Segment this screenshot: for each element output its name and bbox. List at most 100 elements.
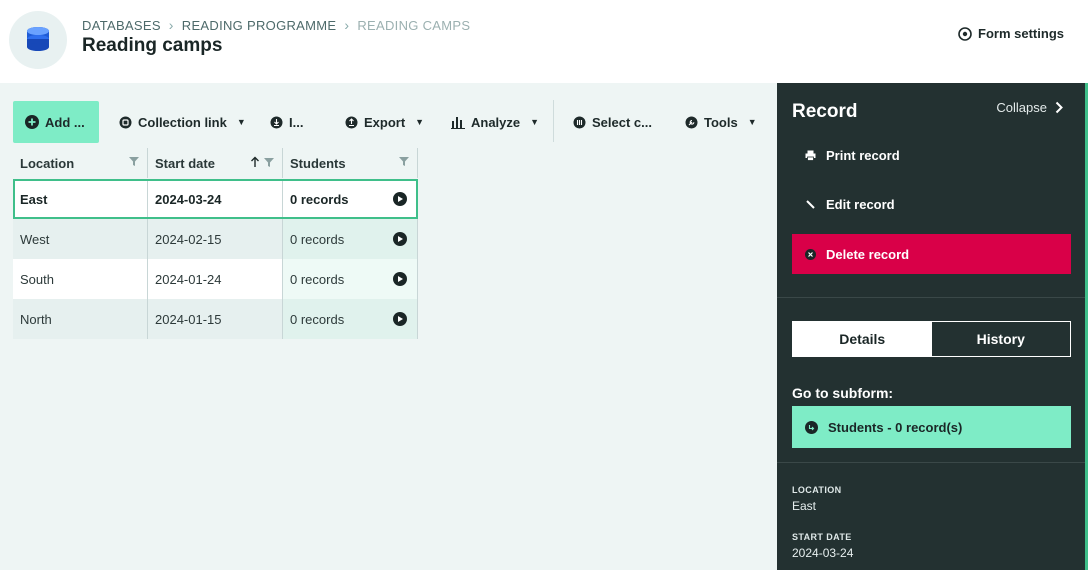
column-header-label: Students [290, 155, 346, 171]
export-icon [345, 116, 358, 128]
cell-students[interactable]: 0 records [283, 259, 418, 299]
tools-icon [685, 116, 698, 128]
tab-history[interactable]: History [932, 322, 1071, 356]
cell-start-date[interactable]: 2024-01-24 [148, 259, 283, 299]
analyze-label: Analyze [471, 114, 521, 130]
open-subform-icon[interactable] [393, 312, 407, 326]
filter-icon[interactable] [399, 156, 409, 166]
add-label: Add ... [45, 114, 85, 130]
cell-students[interactable]: 0 records [283, 299, 418, 339]
import-label: I... [289, 114, 304, 130]
edit-record-button[interactable]: Edit record [792, 184, 1071, 224]
cell-location[interactable]: East [13, 179, 148, 219]
pencil-icon [806, 199, 815, 209]
breadcrumb-databases[interactable]: DATABASES [82, 18, 161, 33]
form-settings-label: Form settings [978, 26, 1064, 41]
field-label-location: LOCATION [792, 485, 842, 495]
cell-start-date[interactable]: 2024-03-24 [148, 179, 283, 219]
form-settings-button[interactable]: Form settings [958, 26, 1064, 41]
column-header-label: Location [20, 155, 75, 171]
chevron-right-icon: › [344, 17, 350, 33]
analyze-button[interactable]: Analyze ▼ [451, 101, 539, 143]
printer-icon [805, 150, 816, 161]
tools-label: Tools [704, 114, 738, 130]
caret-down-icon: ▼ [236, 117, 246, 127]
cell-students[interactable]: 0 records [283, 179, 418, 219]
subform-heading: Go to subform: [792, 385, 894, 401]
panel-tabs: Details History [792, 321, 1071, 357]
table-row[interactable]: South 2024-01-24 0 records [13, 259, 418, 299]
tools-button[interactable]: Tools ▼ [685, 101, 757, 143]
breadcrumb-reading-camps: READING CAMPS [357, 17, 471, 33]
collapse-label: Collapse [996, 100, 1047, 115]
link-icon [119, 116, 132, 128]
students-count: 0 records [290, 271, 345, 287]
column-header-location[interactable]: Location [13, 148, 148, 178]
print-record-label: Print record [826, 147, 900, 163]
field-value-location: East [792, 499, 817, 513]
open-subform-icon[interactable] [393, 192, 407, 206]
database-logo-icon [9, 11, 67, 69]
column-header-students[interactable]: Students [283, 148, 418, 178]
toolbar-divider [553, 100, 554, 142]
chevron-right-icon [1055, 101, 1063, 114]
cell-location[interactable]: South [13, 259, 148, 299]
table-row[interactable]: West 2024-02-15 0 records [13, 219, 418, 259]
columns-icon [573, 116, 586, 128]
cell-start-date[interactable]: 2024-02-15 [148, 219, 283, 259]
close-circle-icon [805, 248, 816, 260]
filter-icon[interactable] [264, 157, 274, 167]
students-count: 0 records [290, 191, 349, 207]
collection-link-label: Collection link [138, 114, 227, 130]
export-button[interactable]: Export ▼ [345, 101, 424, 143]
cell-students[interactable]: 0 records [283, 219, 418, 259]
students-subform-button[interactable]: Students - 0 record(s) [792, 406, 1071, 448]
delete-record-label: Delete record [826, 246, 910, 262]
toolbar: Add ... Collection link ▼ I... Export ▼ [0, 83, 777, 147]
chevron-right-icon: › [168, 17, 174, 33]
subform-link-icon [805, 420, 818, 434]
collapse-button[interactable]: Collapse [996, 100, 1063, 115]
subform-button-label: Students - 0 record(s) [828, 419, 963, 435]
collection-link-button[interactable]: Collection link ▼ [119, 101, 246, 143]
cell-start-date[interactable]: 2024-01-15 [148, 299, 283, 339]
app-header: DATABASES › READING PROGRAMME › READING … [0, 0, 1088, 83]
field-label-start-date: START DATE [792, 532, 852, 542]
table-row[interactable]: North 2024-01-15 0 records [13, 299, 418, 339]
open-subform-icon[interactable] [393, 232, 407, 246]
bar-chart-icon [451, 116, 465, 129]
cell-location[interactable]: West [13, 219, 148, 259]
sort-ascending-icon[interactable] [250, 156, 260, 167]
panel-divider [777, 462, 1085, 463]
filter-icon[interactable] [129, 156, 139, 166]
caret-down-icon: ▼ [530, 117, 540, 127]
caret-down-icon: ▼ [415, 117, 425, 127]
import-icon [270, 116, 283, 128]
print-record-button[interactable]: Print record [792, 135, 1071, 175]
import-button[interactable]: I... [270, 101, 303, 143]
add-record-button[interactable]: Add ... [13, 101, 99, 143]
open-subform-icon[interactable] [393, 272, 407, 286]
export-label: Export [364, 114, 406, 130]
delete-record-button[interactable]: Delete record [792, 234, 1071, 274]
students-count: 0 records [290, 231, 345, 247]
panel-title: Record [792, 101, 858, 122]
plus-circle-icon [25, 115, 39, 129]
tab-details[interactable]: Details [793, 322, 932, 356]
breadcrumb: DATABASES › READING PROGRAMME › READING … [82, 17, 470, 33]
table-row[interactable]: East 2024-03-24 0 records [13, 179, 418, 219]
caret-down-icon: ▼ [747, 117, 757, 127]
gear-icon [958, 26, 972, 41]
column-header-start-date[interactable]: Start date [148, 148, 283, 178]
edit-record-label: Edit record [826, 196, 895, 212]
select-columns-label: Select c... [592, 114, 652, 130]
record-panel: Record Collapse Print record Edit record… [777, 83, 1088, 570]
page-title: Reading camps [82, 35, 223, 56]
students-count: 0 records [290, 311, 345, 327]
cell-location[interactable]: North [13, 299, 148, 339]
field-value-start-date: 2024-03-24 [792, 546, 854, 560]
column-header-label: Start date [155, 155, 215, 171]
select-columns-button[interactable]: Select c... [573, 101, 652, 143]
breadcrumb-reading-programme[interactable]: READING PROGRAMME [182, 18, 337, 33]
panel-divider [777, 297, 1085, 298]
